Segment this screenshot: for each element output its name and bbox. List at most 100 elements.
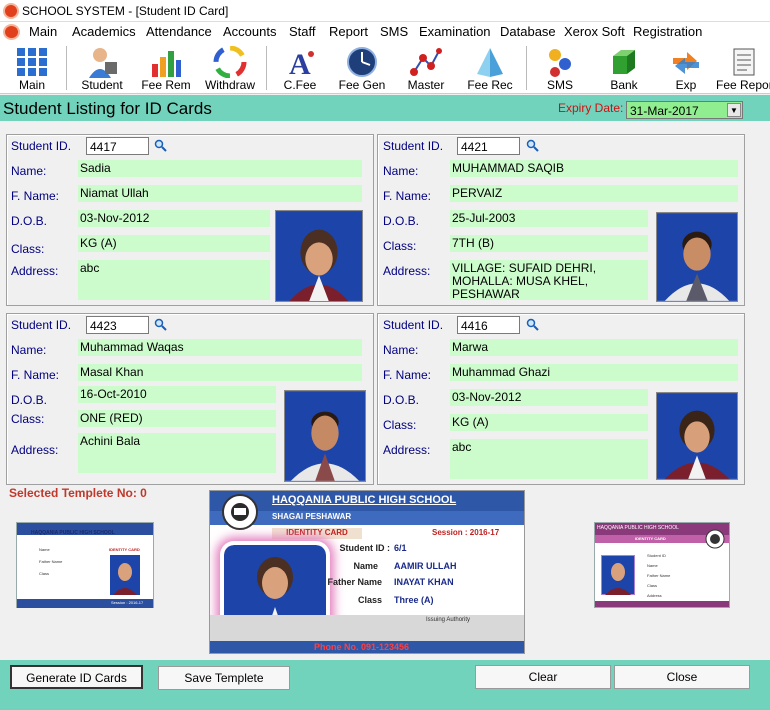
template-2-card[interactable]: 2 HAQQANIA PUBLIC HIGH SCHOOL SHAGAI PES…	[209, 490, 525, 654]
template-1-card[interactable]: HAQQANIA PUBLIC HIGH SCHOOL IDENTITY CAR…	[16, 522, 154, 608]
father-name-label: F. Name:	[383, 368, 432, 382]
dob-1: 03-Nov-2012	[78, 210, 270, 227]
template-3-card[interactable]: HAQQANIA PUBLIC HIGH SCHOOL IDENTITY CAR…	[594, 522, 730, 608]
toolbar-master-button[interactable]: Master	[398, 42, 454, 94]
toolbar-fee-gen-label: Fee Gen	[338, 78, 386, 92]
dob-3: 16-Oct-2010	[78, 386, 276, 403]
menu-examination[interactable]: Examination	[419, 24, 491, 39]
search-icon[interactable]	[526, 139, 539, 152]
template-1-school: HAQQANIA PUBLIC HIGH SCHOOL	[31, 530, 115, 536]
address-label: Address:	[383, 443, 431, 457]
grid-icon	[17, 48, 47, 76]
student-name-4: Marwa	[450, 339, 738, 356]
father-name-3: Masal Khan	[78, 364, 362, 381]
template-2-session: Session : 2016-17	[432, 528, 500, 537]
toolbar-exp-label: Exp	[675, 78, 697, 92]
menu-academics[interactable]: Academics	[72, 24, 136, 39]
app-icon	[3, 3, 19, 19]
menu-main[interactable]: Main	[29, 24, 57, 39]
save-template-button[interactable]: Save Templete	[158, 666, 290, 690]
student-id-input-3[interactable]: 4423	[86, 316, 149, 334]
search-icon[interactable]	[526, 318, 539, 331]
student-photo-3	[284, 390, 366, 482]
student-id-label: Student ID.	[383, 318, 444, 332]
student-name-1: Sadia	[78, 160, 362, 177]
close-button[interactable]: Close	[614, 665, 750, 689]
student-name-3: Muhammad Waqas	[78, 339, 362, 356]
template-2-id-value: 6/1	[394, 543, 407, 553]
search-icon[interactable]	[154, 318, 167, 331]
graph-icon	[410, 48, 442, 76]
toolbar-bank-button[interactable]: Bank	[596, 42, 652, 94]
toolbar-cfee-button[interactable]: A C.Fee	[272, 42, 328, 94]
dob-4: 03-Nov-2012	[450, 389, 648, 406]
father-name-label: F. Name:	[11, 189, 60, 203]
exchange-arrows-icon	[673, 52, 699, 74]
sms-balls-icon	[549, 49, 571, 77]
menu-database[interactable]: Database	[500, 24, 556, 39]
toolbar-student-button[interactable]: Student	[74, 42, 130, 94]
toolbar-fee-report-button[interactable]: Fee Repor	[716, 42, 770, 94]
toolbar-main-label: Main	[18, 78, 45, 92]
toolbar-main-button[interactable]: Main	[4, 42, 60, 94]
template-2-class-value: Three (A)	[394, 595, 434, 605]
template-2-name-value: AAMIR ULLAH	[394, 561, 457, 571]
menu-sms[interactable]: SMS	[380, 24, 408, 39]
class-label: Class:	[383, 418, 417, 432]
dob-label: D.O.B.	[383, 214, 420, 228]
template-3-id-field: Student ID	[647, 553, 666, 558]
class-label: Class:	[383, 239, 417, 253]
menu-attendance[interactable]: Attendance	[146, 24, 212, 39]
menu-app-icon[interactable]	[3, 24, 20, 40]
toolbar-fee-rem-button[interactable]: Fee Rem	[138, 42, 194, 94]
father-name-label: F. Name:	[11, 368, 60, 382]
search-icon[interactable]	[154, 139, 167, 152]
name-label: Name:	[383, 343, 419, 357]
student-id-label: Student ID.	[11, 318, 72, 332]
student-photo-1	[275, 210, 363, 302]
template-2-card-title: IDENTITY CARD	[272, 528, 362, 539]
toolbar-bank-label: Bank	[610, 78, 638, 92]
toolbar-withdraw-button[interactable]: Withdraw	[200, 42, 260, 94]
chevron-down-icon[interactable]: ▼	[727, 103, 741, 117]
clear-button[interactable]: Clear	[475, 665, 611, 689]
address-label: Address:	[11, 443, 59, 457]
template-1-name-field: Name	[39, 547, 50, 552]
template-2-father-label: Father Name	[327, 577, 382, 587]
menu-accounts[interactable]: Accounts	[223, 24, 276, 39]
toolbar-cfee-label: C.Fee	[283, 78, 317, 92]
menu-report[interactable]: Report	[329, 24, 368, 39]
father-name-label: F. Name:	[383, 189, 432, 203]
generate-id-cards-button[interactable]: Generate ID Cards	[10, 665, 143, 689]
student-id-input-4[interactable]: 4416	[457, 316, 520, 334]
menu-staff[interactable]: Staff	[289, 24, 316, 39]
student-id-label: Student ID.	[383, 139, 444, 153]
template-1-father-field: Father Name	[39, 559, 63, 564]
student-id-input-2[interactable]: 4421	[457, 137, 520, 155]
toolbar-fee-gen-button[interactable]: Fee Gen	[334, 42, 390, 94]
student-id-input-1[interactable]: 4417	[86, 137, 149, 155]
toolbar-withdraw-label: Withdraw	[204, 78, 255, 92]
report-scroll-icon	[733, 48, 755, 76]
dob-label: D.O.B.	[11, 214, 48, 228]
toolbar-fee-rec-button[interactable]: Fee Rec	[460, 42, 520, 94]
student-id-label: Student ID.	[11, 139, 72, 153]
toolbar-exp-button[interactable]: Exp	[658, 42, 714, 94]
svg-text:A: A	[289, 48, 311, 78]
font-icon: A	[289, 48, 314, 78]
menu-registration[interactable]: Registration	[633, 24, 702, 39]
address-2: VILLAGE: SUFAID DEHRI, MOHALLA: MUSA KHE…	[450, 260, 648, 301]
father-name-2: PERVAIZ	[450, 185, 738, 202]
expiry-date-picker[interactable]: 31-Mar-2017 ▼	[626, 101, 743, 119]
color-wheel-icon	[213, 46, 247, 78]
expiry-date-label: Expiry Date:	[558, 101, 624, 115]
window-title: SCHOOL SYSTEM - [Student ID Card]	[22, 4, 229, 18]
toolbar-student-label: Student	[81, 78, 123, 92]
dob-label: D.O.B.	[383, 393, 420, 407]
toolbar-fee-rem-label: Fee Rem	[141, 78, 191, 92]
template-1-card-title: IDENTITY CARD	[109, 547, 140, 552]
toolbar-sms-button[interactable]: SMS	[532, 42, 588, 94]
toolbar-master-label: Master	[407, 78, 445, 92]
template-1-photo	[110, 555, 140, 595]
menu-xerox-soft[interactable]: Xerox Soft	[564, 24, 625, 39]
